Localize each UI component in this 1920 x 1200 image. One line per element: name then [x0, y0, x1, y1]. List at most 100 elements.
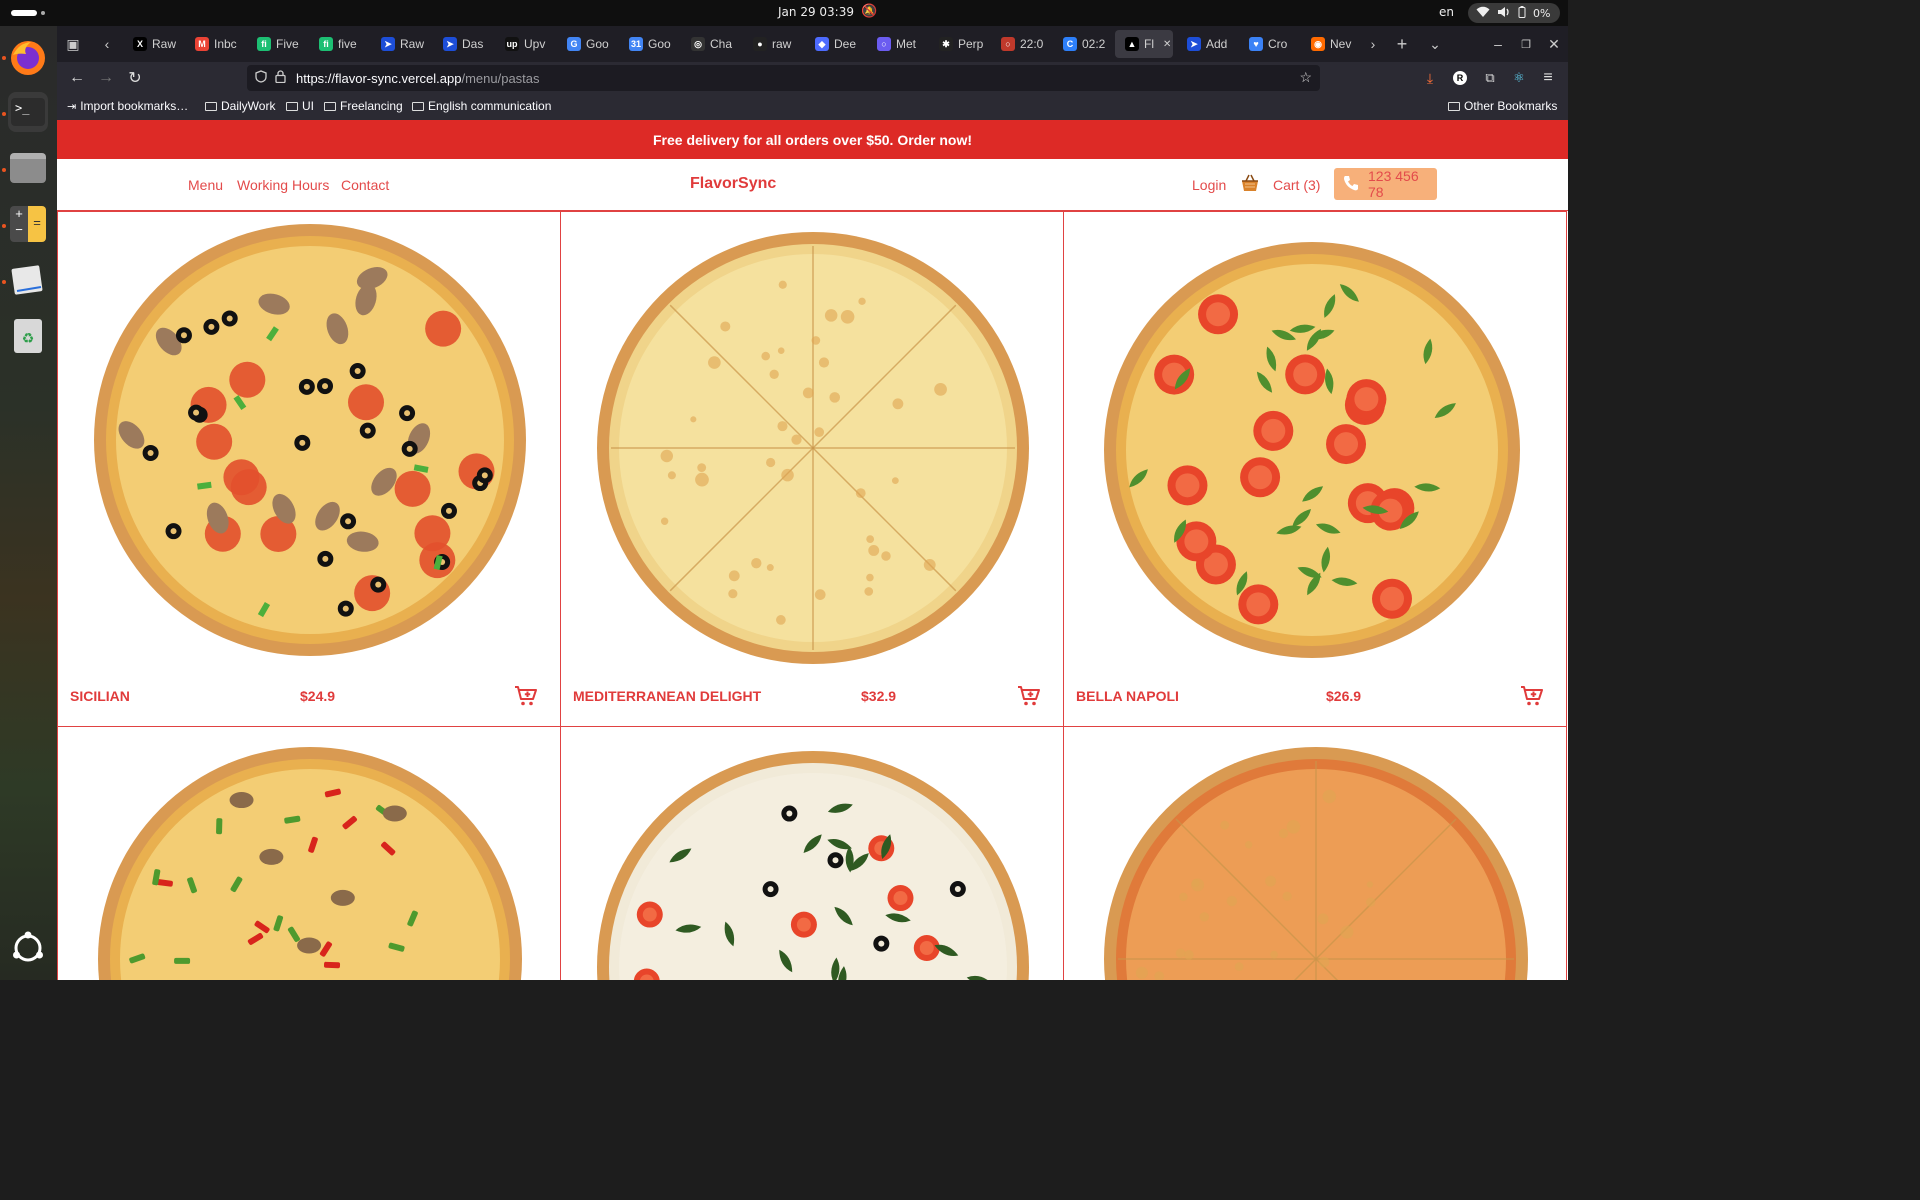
- new-tab-button[interactable]: +: [1390, 32, 1414, 56]
- restore-window-button[interactable]: ❐: [1514, 32, 1538, 56]
- browser-tab[interactable]: ● raw: [743, 30, 803, 58]
- product-name[interactable]: Bella Napoli: [1076, 688, 1179, 704]
- trash-icon[interactable]: ♻: [8, 316, 48, 356]
- tab-label: Das: [462, 37, 484, 51]
- app-icon: C: [1063, 37, 1077, 51]
- browser-tab[interactable]: C 02:2: [1053, 30, 1113, 58]
- text-editor-icon[interactable]: [8, 260, 48, 300]
- product-card[interactable]: [1063, 726, 1567, 980]
- downloads-icon[interactable]: ⤓: [1418, 66, 1442, 90]
- login-link[interactable]: Login: [1192, 177, 1226, 193]
- browser-tab[interactable]: M Inbc: [185, 30, 245, 58]
- tracking-protection-icon[interactable]: [255, 70, 267, 86]
- browser-tab[interactable]: ✱ Perp: [929, 30, 989, 58]
- product-image[interactable]: [597, 232, 1029, 664]
- browser-tab-active[interactable]: ▲ Fl ✕: [1115, 30, 1173, 58]
- perplexity-icon: ✱: [939, 37, 953, 51]
- reload-button[interactable]: ↻: [123, 66, 147, 90]
- tab-label: 02:2: [1082, 37, 1106, 51]
- browser-tab[interactable]: ◉ Nev: [1301, 30, 1361, 58]
- browser-tab[interactable]: G Goo: [557, 30, 617, 58]
- account-icon[interactable]: R: [1448, 66, 1472, 90]
- bookmark-folder-ui[interactable]: UI: [286, 99, 314, 113]
- scroll-tabs-right-icon[interactable]: ›: [1361, 32, 1385, 56]
- arrow-app-icon: ➤: [1187, 37, 1201, 51]
- tab-label: Inbc: [214, 37, 237, 51]
- add-to-cart-icon[interactable]: [514, 684, 538, 708]
- product-card[interactable]: Bella Napoli $26.9: [1063, 211, 1567, 727]
- browser-tab[interactable]: 31 Goo: [619, 30, 679, 58]
- extensions-icon[interactable]: ⧉: [1478, 66, 1502, 90]
- react-devtools-icon[interactable]: ⚛: [1507, 66, 1531, 90]
- running-indicator: [2, 56, 6, 60]
- browser-tab[interactable]: up Upv: [495, 30, 555, 58]
- add-to-cart-icon[interactable]: [1017, 684, 1041, 708]
- folder-icon: [286, 101, 298, 111]
- back-button[interactable]: ←: [65, 66, 89, 90]
- list-all-tabs-icon[interactable]: ⌄: [1423, 32, 1447, 56]
- menu-icon[interactable]: ≡: [1536, 66, 1560, 90]
- scroll-tabs-left-icon[interactable]: ‹: [95, 32, 119, 56]
- product-image[interactable]: [94, 224, 526, 656]
- other-bookmarks[interactable]: Other Bookmarks: [1448, 99, 1557, 113]
- product-image[interactable]: [1104, 242, 1520, 658]
- terminal-icon[interactable]: >_: [8, 92, 48, 132]
- product-name[interactable]: Sicilian: [70, 688, 130, 704]
- nav-working-hours[interactable]: Working Hours: [237, 177, 329, 193]
- product-image[interactable]: [1104, 747, 1528, 980]
- basket-icon[interactable]: [1240, 173, 1260, 198]
- language-indicator[interactable]: en: [1439, 5, 1454, 19]
- show-apps-icon[interactable]: [8, 928, 48, 968]
- vercel-icon: ▲: [1125, 37, 1139, 51]
- bookmark-folder-english[interactable]: English communication: [412, 99, 551, 113]
- tab-label: 22:0: [1020, 37, 1044, 51]
- product-card[interactable]: [57, 726, 561, 980]
- browser-tab[interactable]: fi Five: [247, 30, 307, 58]
- browser-tab[interactable]: fi five: [309, 30, 369, 58]
- browser-tab[interactable]: ○ 22:0: [991, 30, 1051, 58]
- folder-icon: [324, 101, 336, 111]
- browser-tab[interactable]: ➤ Das: [433, 30, 493, 58]
- product-name[interactable]: Mediterranean Delight: [573, 688, 761, 704]
- tab-label: Goo: [648, 37, 671, 51]
- product-card[interactable]: Mediterranean Delight $32.9: [560, 211, 1064, 727]
- minimize-window-button[interactable]: –: [1486, 32, 1510, 56]
- tab-overview-icon[interactable]: ▣: [61, 32, 85, 56]
- browser-tab[interactable]: ◎ Cha: [681, 30, 741, 58]
- product-card[interactable]: Sicilian $24.9: [57, 211, 561, 727]
- browser-tab[interactable]: ◆ Dee: [805, 30, 865, 58]
- bookmark-star-icon[interactable]: ☆: [1299, 69, 1312, 86]
- bookmark-label: DailyWork: [221, 99, 276, 113]
- nav-contact[interactable]: Contact: [341, 177, 389, 193]
- add-to-cart-icon[interactable]: [1520, 684, 1544, 708]
- forward-button[interactable]: →: [94, 66, 118, 90]
- bookmark-folder-freelancing[interactable]: Freelancing: [324, 99, 403, 113]
- lock-icon[interactable]: [275, 70, 286, 86]
- close-window-button[interactable]: ✕: [1542, 32, 1566, 56]
- bookmark-folder-dailywork[interactable]: DailyWork: [205, 99, 275, 113]
- browser-tab[interactable]: ♥ Cro: [1239, 30, 1299, 58]
- browser-tab[interactable]: X Raw: [123, 30, 183, 58]
- files-icon[interactable]: [8, 148, 48, 188]
- bookmark-import[interactable]: ⇥ Import bookmarks…: [67, 99, 188, 113]
- activities-button[interactable]: [11, 10, 37, 16]
- product-card[interactable]: [560, 726, 1064, 980]
- product-image[interactable]: [98, 747, 522, 980]
- nav-menu[interactable]: Menu: [188, 177, 223, 193]
- browser-tab[interactable]: ➤ Raw: [371, 30, 431, 58]
- fiverr-icon: fi: [257, 37, 271, 51]
- system-tray[interactable]: 0%: [1468, 3, 1560, 23]
- phone-button[interactable]: 123 456 78: [1334, 168, 1437, 200]
- browser-tab[interactable]: ○ Met: [867, 30, 927, 58]
- firefox-icon[interactable]: [8, 38, 48, 78]
- battery-icon: [1518, 5, 1526, 21]
- calculator-icon[interactable]: + − =: [8, 204, 48, 244]
- site-logo[interactable]: FlavorSync: [690, 175, 776, 193]
- clock[interactable]: Jan 29 03:39: [778, 5, 854, 19]
- workspace-indicator[interactable]: [41, 11, 45, 15]
- cart-link[interactable]: Cart (3): [1273, 177, 1320, 193]
- address-bar[interactable]: https://flavor-sync.vercel.app/menu/past…: [247, 65, 1320, 91]
- close-tab-icon[interactable]: ✕: [1163, 39, 1171, 50]
- product-image[interactable]: [597, 751, 1029, 980]
- browser-tab[interactable]: ➤ Add: [1177, 30, 1237, 58]
